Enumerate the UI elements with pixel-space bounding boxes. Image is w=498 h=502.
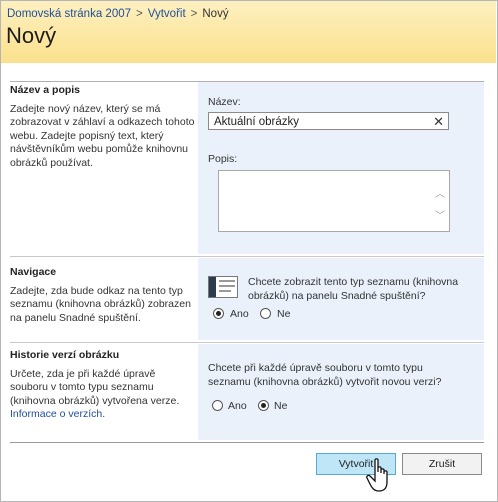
description-textarea[interactable]: ︿ ﹀ — [218, 170, 450, 232]
breadcrumb-create-link[interactable]: Vytvořit — [148, 8, 186, 20]
name-section-info: Název a popis Zadejte nový název, který … — [10, 82, 196, 170]
page-title: Nový — [6, 23, 57, 48]
breadcrumb-separator: > — [190, 8, 198, 20]
name-label: Název: — [208, 96, 241, 108]
clear-icon[interactable]: ✕ — [433, 113, 444, 131]
navigation-yes-radio[interactable] — [213, 308, 224, 319]
version-no-label: Ne — [274, 400, 288, 412]
section-description: Zadejte, zda bude odkaz na tento typ sez… — [10, 284, 191, 324]
section-heading: Navigace — [10, 266, 57, 278]
divider — [10, 256, 484, 257]
version-section-info: Historie verzí obrázku Určete, zda je př… — [10, 347, 196, 422]
version-history-section: Historie verzí obrázku Určete, zda je př… — [10, 344, 484, 440]
divider — [10, 342, 484, 343]
navigation-question: Chcete zobrazit tento typ seznamu (kniho… — [248, 276, 459, 302]
breadcrumb: Domovská stránka 2007 > Vytvořit > Nový — [7, 8, 229, 20]
navigation-yes-label: Ano — [230, 308, 249, 320]
section-heading: Historie verzí obrázku — [10, 349, 120, 361]
section-heading: Název a popis — [10, 84, 81, 96]
navigation-no-label: Ne — [277, 308, 291, 320]
version-question: Chcete při každé úpravě souboru v tomto … — [208, 362, 442, 388]
divider — [10, 442, 484, 443]
name-input[interactable]: Aktuální obrázky ✕ — [208, 112, 449, 130]
scroll-up-icon[interactable]: ︿ — [435, 185, 445, 200]
name-input-value: Aktuální obrázky — [214, 116, 300, 128]
breadcrumb-home-link[interactable]: Domovská stránka 2007 — [7, 8, 131, 20]
hand-pointer-icon — [366, 458, 388, 492]
section-description: Určete, zda je při každé úpravě souboru … — [10, 367, 180, 407]
section-description: Zadejte nový název, který se má zobrazov… — [10, 102, 195, 169]
navigation-no-radio[interactable] — [260, 308, 271, 319]
description-label: Popis: — [208, 153, 238, 165]
breadcrumb-current: Nový — [202, 8, 229, 20]
navigation-section-info: Navigace Zadejte, zda bude odkaz na tent… — [10, 264, 196, 325]
version-yes-label: Ano — [228, 400, 247, 412]
scroll-down-icon[interactable]: ﹀ — [435, 207, 445, 222]
versions-info-link[interactable]: Informace o verzích. — [10, 408, 105, 420]
version-no-radio[interactable] — [258, 400, 269, 411]
breadcrumb-separator: > — [136, 8, 143, 20]
quick-launch-icon — [208, 276, 238, 298]
version-yes-radio[interactable] — [212, 400, 223, 411]
page-header: Domovská stránka 2007 > Vytvořit > Nový Nový — [1, 1, 496, 63]
cancel-button[interactable]: Zrušit — [402, 453, 482, 475]
version-section-fields — [198, 344, 484, 440]
